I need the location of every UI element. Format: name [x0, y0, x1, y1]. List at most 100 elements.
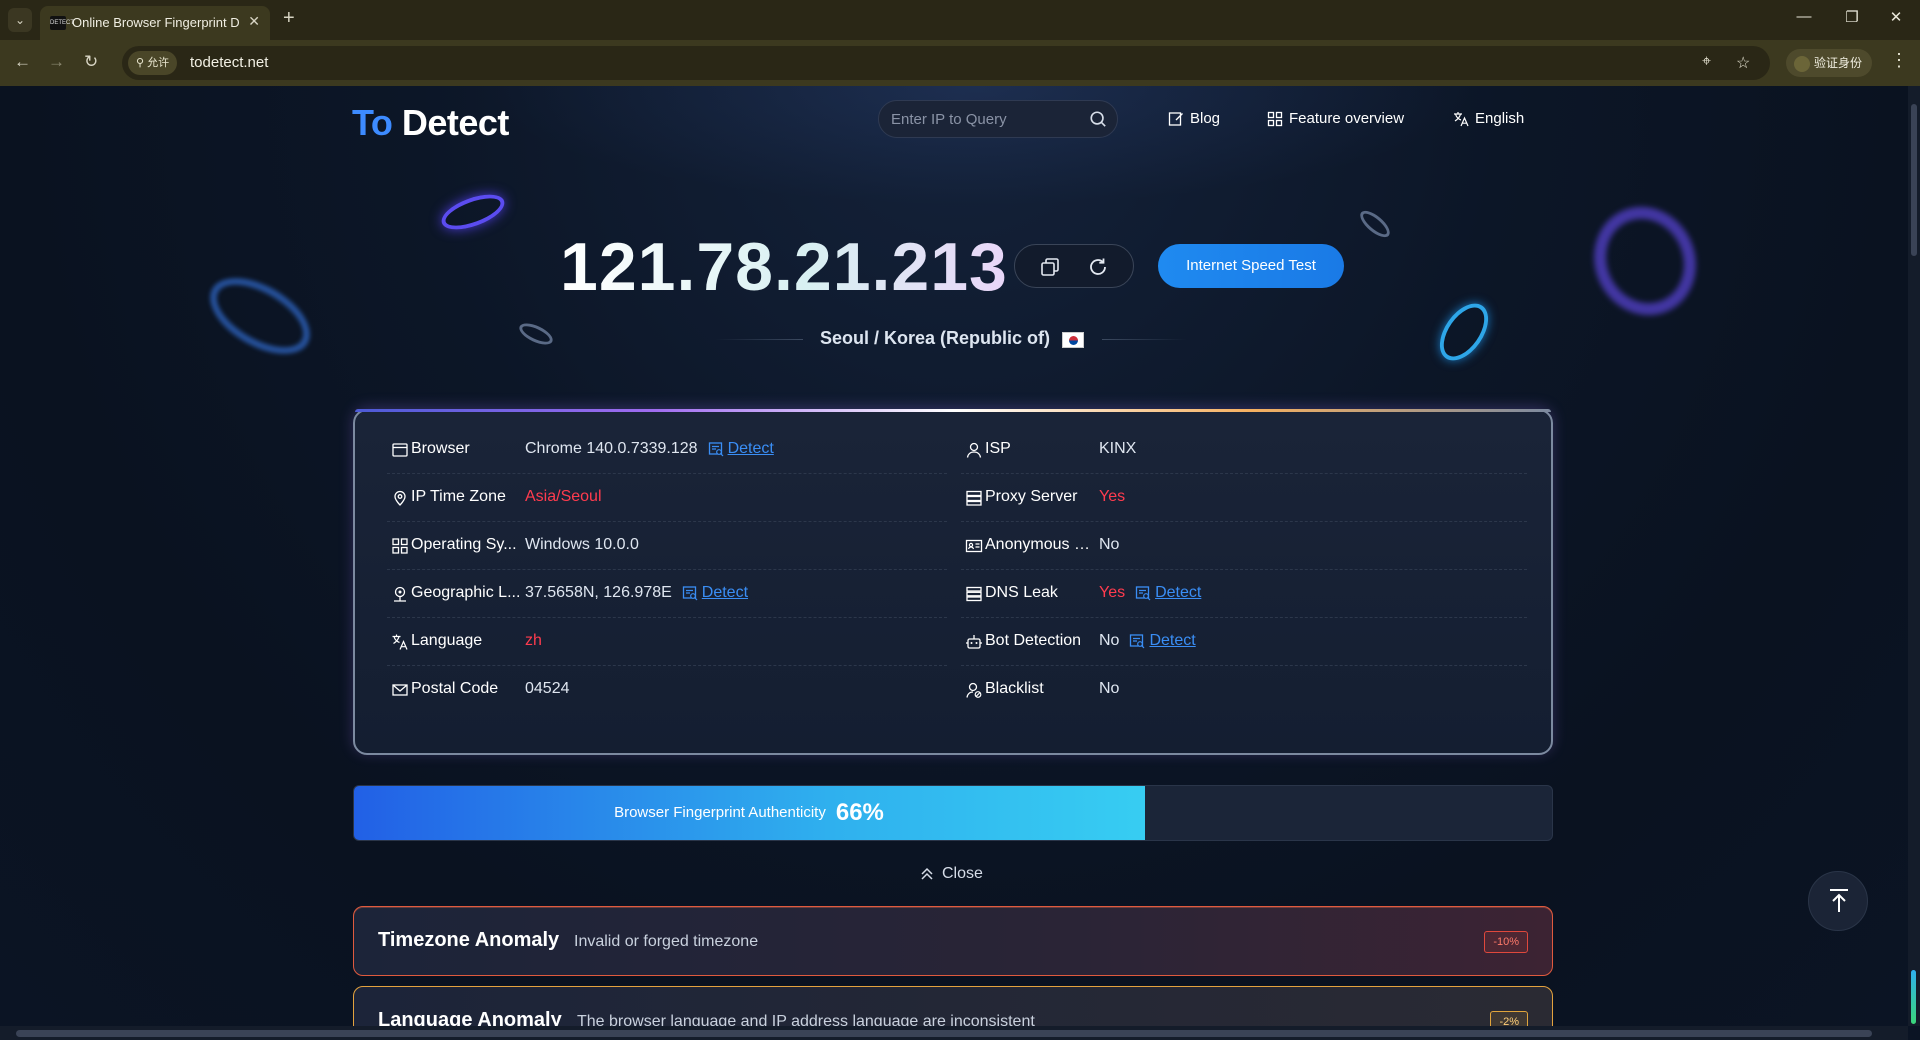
- browser-tab[interactable]: DETECT Online Browser Fingerprint D ✕: [40, 6, 270, 40]
- user-block-icon: [966, 682, 982, 698]
- reload-button[interactable]: ↻: [84, 52, 98, 72]
- info-row-proxy-server: Proxy Server Yes: [961, 474, 1527, 522]
- info-value: Asia/Seoul: [525, 488, 602, 505]
- mail-icon: [392, 684, 408, 696]
- chevron-double-up-icon: [921, 867, 933, 880]
- browser-toolbar: ← → ↻ ⚲ 允许 todetect.net ⌖ ☆ 验证身份 ⋮: [0, 40, 1920, 86]
- horizontal-scrollbar[interactable]: [0, 1026, 1908, 1040]
- flag-emblem: [1069, 336, 1078, 345]
- arrow-up-to-top-icon: [1830, 889, 1848, 912]
- address-bar[interactable]: ⚲ 允许 todetect.net ⌖ ☆: [122, 46, 1770, 80]
- tab-search-button[interactable]: ⌄: [8, 8, 32, 32]
- authenticity-label: Browser Fingerprint Authenticity: [614, 804, 826, 821]
- info-label: Postal Code: [411, 680, 499, 697]
- translate-icon: [392, 634, 408, 650]
- info-row-geographic-l: Geographic L... 37.5658N, 126.978E Detect: [387, 570, 947, 618]
- info-label: Blacklist: [985, 680, 1044, 697]
- info-label: IP Time Zone: [411, 488, 506, 505]
- anomaly-title: Timezone Anomaly: [378, 929, 560, 951]
- bookmark-star-icon[interactable]: ☆: [1736, 53, 1750, 73]
- profile-icon: [1794, 55, 1810, 72]
- fingerprint-authenticity-bar: Browser Fingerprint Authenticity 66%: [353, 785, 1553, 841]
- new-tab-button[interactable]: +: [283, 7, 295, 30]
- info-label: Language: [411, 632, 483, 649]
- divider: [1102, 339, 1186, 340]
- site-permission-chip[interactable]: ⚲ 允许: [128, 51, 178, 75]
- anomaly-card-timezone[interactable]: Timezone Anomaly Invalid or forged timez…: [353, 906, 1553, 976]
- korea-flag-icon: [1062, 332, 1084, 348]
- robot-icon: [966, 635, 982, 649]
- internet-speed-test-button[interactable]: Internet Speed Test: [1158, 244, 1344, 288]
- anomaly-description: Invalid or forged timezone: [574, 933, 759, 950]
- info-value: 37.5658N, 126.978E: [525, 584, 672, 601]
- close-details-toggle[interactable]: Close: [920, 865, 983, 883]
- info-row-ip-time-zone: IP Time Zone Asia/Seoul: [387, 474, 947, 522]
- info-row-blacklist: Blacklist No: [961, 666, 1527, 714]
- nav-blog[interactable]: Blog: [1168, 110, 1220, 127]
- decorative-ring: [437, 187, 509, 237]
- authenticity-label-wrap: Browser Fingerprint Authenticity 66%: [354, 786, 1144, 840]
- back-button[interactable]: ←: [14, 52, 31, 72]
- scrollbar-thumb[interactable]: [16, 1030, 1872, 1037]
- info-label: ISP: [985, 440, 1011, 457]
- forward-button[interactable]: →: [48, 52, 65, 72]
- nav-feature-overview[interactable]: Feature overview: [1267, 110, 1404, 127]
- info-label: Operating Sy...: [411, 536, 517, 553]
- authenticity-percent: 66%: [835, 799, 884, 827]
- url-text: todetect.net: [190, 54, 269, 71]
- scrollbar-thumb[interactable]: [1911, 104, 1917, 256]
- server-icon: [966, 490, 982, 506]
- page-content: To Detect Blog Feature overview English …: [0, 86, 1920, 1040]
- detect-link[interactable]: Detect: [708, 440, 774, 458]
- divider: [715, 339, 803, 340]
- translate-icon: [1454, 111, 1469, 126]
- search-icon[interactable]: [1089, 110, 1107, 128]
- card-glow-border: [355, 409, 1551, 412]
- decorative-ring: [516, 319, 556, 349]
- detect-icon: [1130, 634, 1145, 649]
- tab-close-icon[interactable]: ✕: [248, 13, 260, 30]
- decorative-ring: [1430, 294, 1498, 370]
- info-label: Browser: [411, 440, 470, 457]
- refresh-icon[interactable]: [1087, 256, 1109, 278]
- info-row-bot-detection: Bot Detection No Detect: [961, 618, 1527, 666]
- info-label: Geographic L...: [411, 584, 521, 601]
- ip-search-box: [878, 100, 1118, 138]
- decorative-ring: [197, 262, 323, 370]
- location-icon[interactable]: ⌖: [1702, 53, 1711, 71]
- info-value: Yes: [1099, 488, 1126, 505]
- info-row-postal-code: Postal Code 04524: [387, 666, 947, 714]
- detect-link[interactable]: Detect: [682, 584, 748, 602]
- nav-language-switch[interactable]: English: [1453, 110, 1524, 127]
- close-window-button[interactable]: ✕: [1876, 8, 1916, 26]
- browser-icon: [392, 443, 408, 457]
- info-value: zh: [525, 632, 542, 649]
- back-to-top-button[interactable]: [1808, 871, 1868, 931]
- ip-tools: [1014, 244, 1134, 288]
- site-logo[interactable]: To Detect: [352, 102, 509, 144]
- grid-icon: [1267, 111, 1283, 126]
- detect-icon: [682, 586, 698, 601]
- info-row-anonymous-s: Anonymous S... No: [961, 522, 1527, 570]
- tab-favicon: DETECT: [50, 16, 74, 30]
- restore-button[interactable]: ❐: [1832, 8, 1872, 26]
- detect-icon: [708, 442, 723, 457]
- minimize-button[interactable]: —: [1784, 8, 1824, 25]
- ip-search-input[interactable]: [891, 101, 1081, 137]
- info-label: Anonymous S...: [985, 536, 1097, 553]
- verify-identity-button[interactable]: 验证身份: [1786, 49, 1873, 77]
- ip-info-card: Browser Chrome 140.0.7339.128 Detect IP Tim…: [353, 409, 1553, 755]
- info-label: Bot Detection: [985, 632, 1082, 649]
- map-pin-icon: [394, 586, 406, 602]
- info-label: DNS Leak: [985, 584, 1058, 601]
- ip-location: Seoul / Korea (Republic of): [820, 328, 1051, 348]
- decorative-ring: [1576, 190, 1714, 332]
- vertical-scrollbar[interactable]: [1908, 86, 1920, 1026]
- copy-icon[interactable]: [1039, 256, 1061, 278]
- edit-icon: [1168, 111, 1183, 126]
- info-value: No: [1099, 680, 1120, 697]
- browser-menu-icon[interactable]: ⋮: [1890, 50, 1908, 71]
- detect-icon: [1135, 586, 1151, 601]
- detect-link[interactable]: Detect: [1129, 632, 1196, 650]
- detect-link[interactable]: Detect: [1135, 584, 1201, 602]
